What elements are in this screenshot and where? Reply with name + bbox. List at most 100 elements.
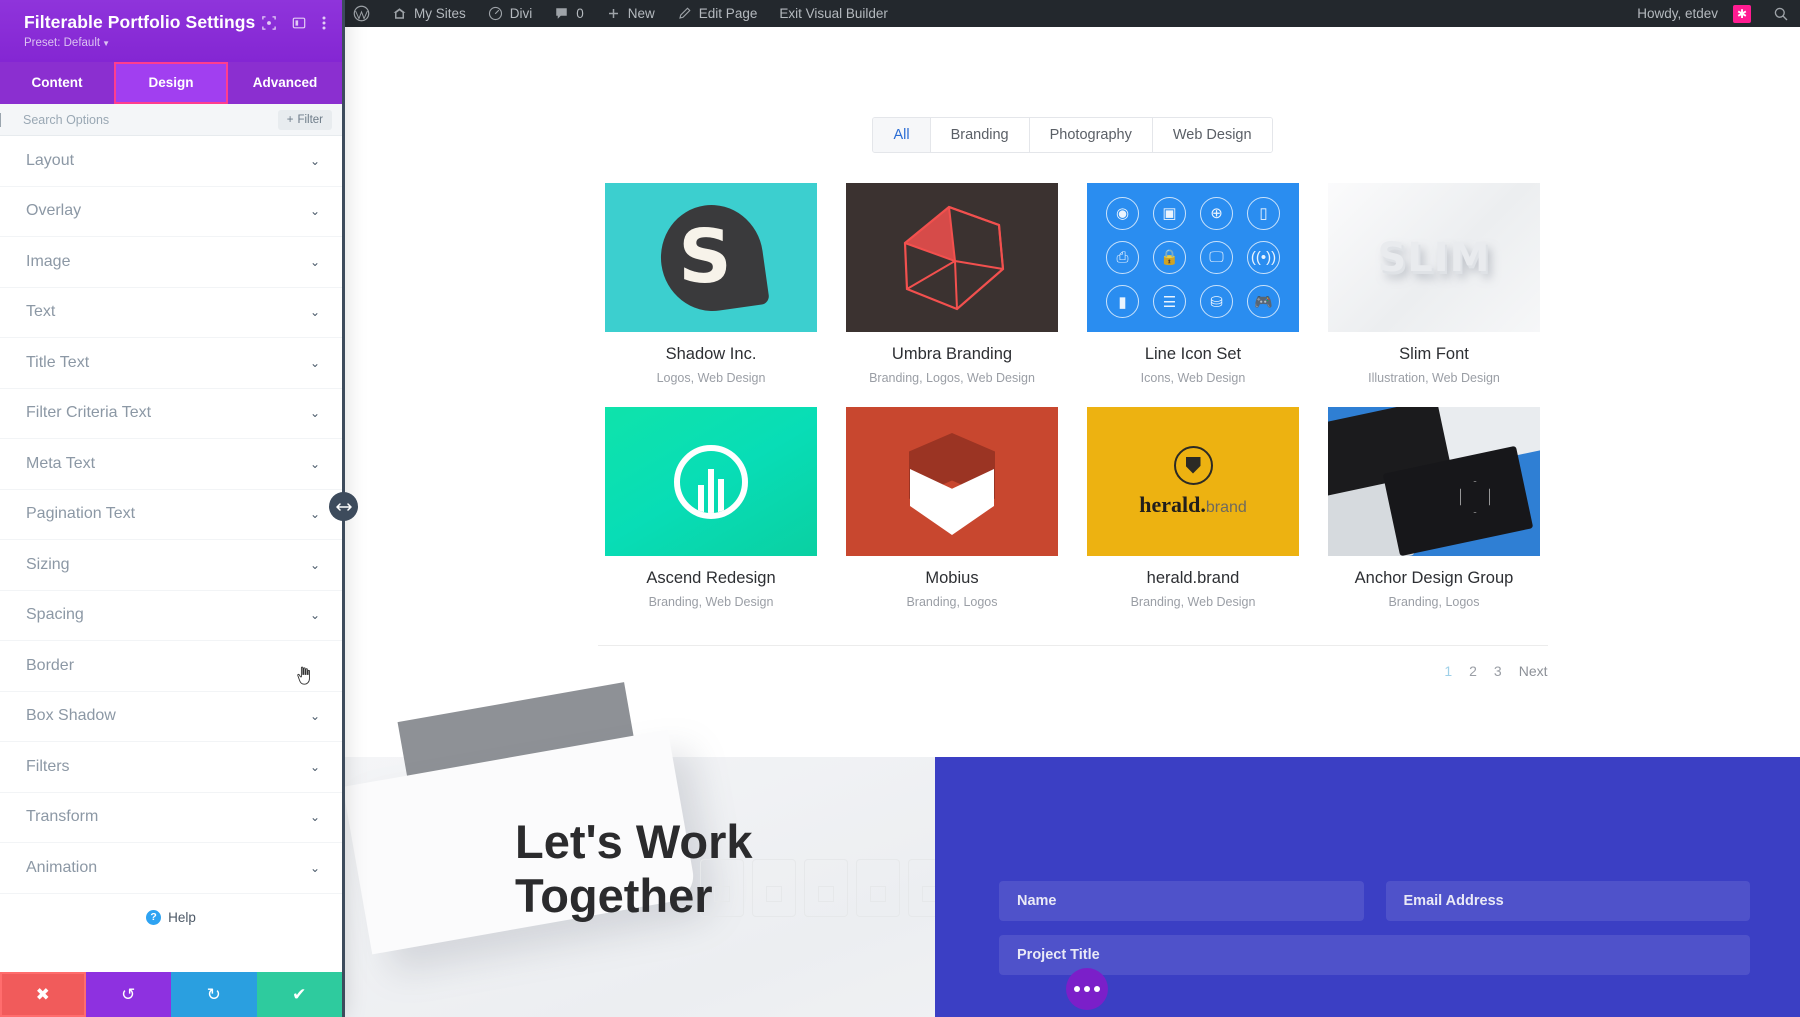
option-row-text[interactable]: Text ⌄ [0, 288, 342, 338]
chevron-down-icon: ⌄ [309, 759, 320, 774]
tab-design[interactable]: Design [114, 62, 228, 104]
portfolio-thumbnail-slim-font[interactable]: SLIM [1328, 183, 1540, 332]
filter-tab-branding[interactable]: Branding [930, 118, 1030, 152]
kebab-menu-icon[interactable] [322, 15, 326, 31]
portfolio-item[interactable]: Anchor Design Group Branding, Logos [1328, 407, 1540, 609]
option-label: Spacing [26, 606, 84, 624]
adminbar-exit-visual-builder[interactable]: Exit Visual Builder [768, 0, 899, 27]
plus-icon: + [286, 113, 294, 126]
cancel-button[interactable]: ✖ [0, 972, 86, 1017]
tab-advanced[interactable]: Advanced [228, 62, 342, 104]
search-input[interactable] [0, 112, 278, 127]
portfolio-item[interactable]: SLIM Slim Font Illustration, Web Design [1328, 183, 1540, 385]
portfolio-meta: Branding, Web Design [648, 595, 774, 609]
option-row-animation[interactable]: Animation ⌄ [0, 843, 342, 894]
portfolio-thumbnail-ascend-redesign[interactable] [605, 407, 817, 556]
pencil-icon [677, 6, 692, 21]
add-filter-button[interactable]: + Filter [277, 109, 332, 130]
adminbar-howdy[interactable]: Howdy, etdev ✱ [1626, 0, 1762, 27]
option-row-overlay[interactable]: Overlay ⌄ [0, 187, 342, 237]
undo-button[interactable]: ↺ [85, 972, 171, 1017]
chevron-down-icon: ⌄ [309, 860, 320, 875]
search-icon [1773, 6, 1789, 22]
chevron-down-icon: ▼ [102, 39, 110, 48]
portfolio-item[interactable]: Umbra Branding Branding, Logos, Web Desi… [846, 183, 1058, 385]
pagination-page-2[interactable]: 2 [1469, 663, 1477, 679]
portfolio-filter-bar: All Branding Photography Web Design [345, 117, 1800, 153]
option-row-layout[interactable]: Layout ⌄ [0, 136, 342, 187]
preset-selector[interactable]: Preset: Default ▼ [24, 37, 324, 49]
option-row-pagination-text[interactable]: Pagination Text ⌄ [0, 490, 342, 540]
adminbar-edit-page[interactable]: Edit Page [666, 0, 769, 27]
portfolio-title[interactable]: Mobius [846, 569, 1058, 588]
portfolio-thumbnail-shadow-inc[interactable]: S [605, 183, 817, 332]
layout-icon[interactable] [292, 16, 306, 30]
portfolio-thumbnail-mobius[interactable] [846, 407, 1058, 556]
portfolio-thumbnail-umbra-branding[interactable] [846, 183, 1058, 332]
monitor-icon: 🖵 [1200, 240, 1233, 274]
project-title-field[interactable]: Project Title [999, 935, 1750, 975]
option-row-transform[interactable]: Transform ⌄ [0, 793, 342, 843]
redo-button[interactable]: ↻ [171, 972, 257, 1017]
chevron-down-icon: ⌄ [309, 153, 320, 168]
option-row-sizing[interactable]: Sizing ⌄ [0, 540, 342, 591]
option-row-title-text[interactable]: Title Text ⌄ [0, 338, 342, 389]
design-options-list[interactable]: Layout ⌄ Overlay ⌄ Image ⌄ Text ⌄ Title … [0, 136, 342, 972]
adminbar-comments[interactable]: 0 [543, 0, 595, 27]
adminbar-search-button[interactable] [1762, 0, 1800, 27]
ellipsis-icon [1074, 986, 1080, 992]
portfolio-title[interactable]: Anchor Design Group [1328, 569, 1540, 588]
option-label: Filter Criteria Text [26, 404, 152, 422]
portfolio-title[interactable]: Slim Font [1328, 345, 1540, 364]
pagination-page-3[interactable]: 3 [1494, 663, 1502, 679]
filter-tab-web-design[interactable]: Web Design [1152, 118, 1272, 152]
pagination-page-1[interactable]: 1 [1444, 663, 1452, 679]
option-row-image[interactable]: Image ⌄ [0, 237, 342, 288]
portfolio-thumbnail-line-icon-set[interactable]: ◉ ▣ ⊕ ▯ ⎙ 🔒 🖵 ((•)) ▮ ☰ ⛁ 🎮 [1087, 183, 1299, 332]
chevron-down-icon: ⌄ [309, 254, 320, 269]
portfolio-thumbnail-anchor-design-group[interactable] [1328, 407, 1540, 556]
portfolio-item[interactable]: ◉ ▣ ⊕ ▯ ⎙ 🔒 🖵 ((•)) ▮ ☰ ⛁ 🎮 Line Icon Se… [1087, 183, 1299, 385]
adminbar-my-sites[interactable]: My Sites [381, 0, 477, 27]
option-row-filters[interactable]: Filters ⌄ [0, 742, 342, 793]
portfolio-title[interactable]: Umbra Branding [846, 345, 1058, 364]
target-icon[interactable] [262, 16, 276, 30]
option-row-meta-text[interactable]: Meta Text ⌄ [0, 439, 342, 490]
portfolio-title[interactable]: Shadow Inc. [605, 345, 817, 364]
option-row-box-shadow[interactable]: Box Shadow ⌄ [0, 692, 342, 742]
undo-icon: ↺ [121, 984, 136, 1004]
portfolio-item[interactable]: herald.brand herald.brand Branding, Web … [1087, 407, 1299, 609]
adminbar-divi[interactable]: Divi [477, 0, 544, 27]
tab-content[interactable]: Content [0, 62, 114, 104]
filter-tab-all[interactable]: All [873, 118, 931, 152]
portfolio-title[interactable]: Ascend Redesign [605, 569, 817, 588]
name-field[interactable]: Name [999, 881, 1364, 921]
option-row-border[interactable]: Border ⌄ [0, 641, 342, 692]
divi-menu-fab[interactable] [1066, 968, 1108, 1010]
portfolio-item[interactable]: S Shadow Inc. Logos, Web Design [605, 183, 817, 385]
help-button[interactable]: ? Help [0, 893, 342, 947]
panel-resize-handle[interactable] [329, 492, 358, 521]
option-label: Pagination Text [26, 505, 136, 523]
portfolio-title[interactable]: Line Icon Set [1087, 345, 1299, 364]
option-row-spacing[interactable]: Spacing ⌄ [0, 591, 342, 641]
save-button[interactable]: ✔ [256, 972, 342, 1017]
adminbar-new[interactable]: New [595, 0, 666, 27]
plus-icon [606, 6, 621, 21]
chevron-down-icon: ⌄ [309, 305, 320, 320]
adminbar-wordpress-logo[interactable] [342, 0, 381, 27]
redo-icon: ↻ [206, 984, 221, 1004]
pagination-next[interactable]: Next [1519, 663, 1548, 679]
filter-tab-photography[interactable]: Photography [1029, 118, 1153, 152]
portfolio-item[interactable]: Ascend Redesign Branding, Web Design [605, 407, 817, 609]
option-row-filter-criteria-text[interactable]: Filter Criteria Text ⌄ [0, 389, 342, 439]
portfolio-item[interactable]: Mobius Branding, Logos [846, 407, 1058, 609]
email-field[interactable]: Email Address [1385, 881, 1750, 921]
contact-form-fields: Name Email Address Project Title [999, 881, 1750, 975]
panel-resize-rail[interactable] [329, 0, 358, 1017]
resize-horizontal-icon [335, 502, 352, 511]
close-icon: ✖ [35, 984, 50, 1004]
portfolio-thumbnail-herald-brand[interactable]: herald.brand [1087, 407, 1299, 556]
portfolio-title[interactable]: herald.brand [1087, 569, 1299, 588]
option-label: Animation [26, 858, 98, 876]
